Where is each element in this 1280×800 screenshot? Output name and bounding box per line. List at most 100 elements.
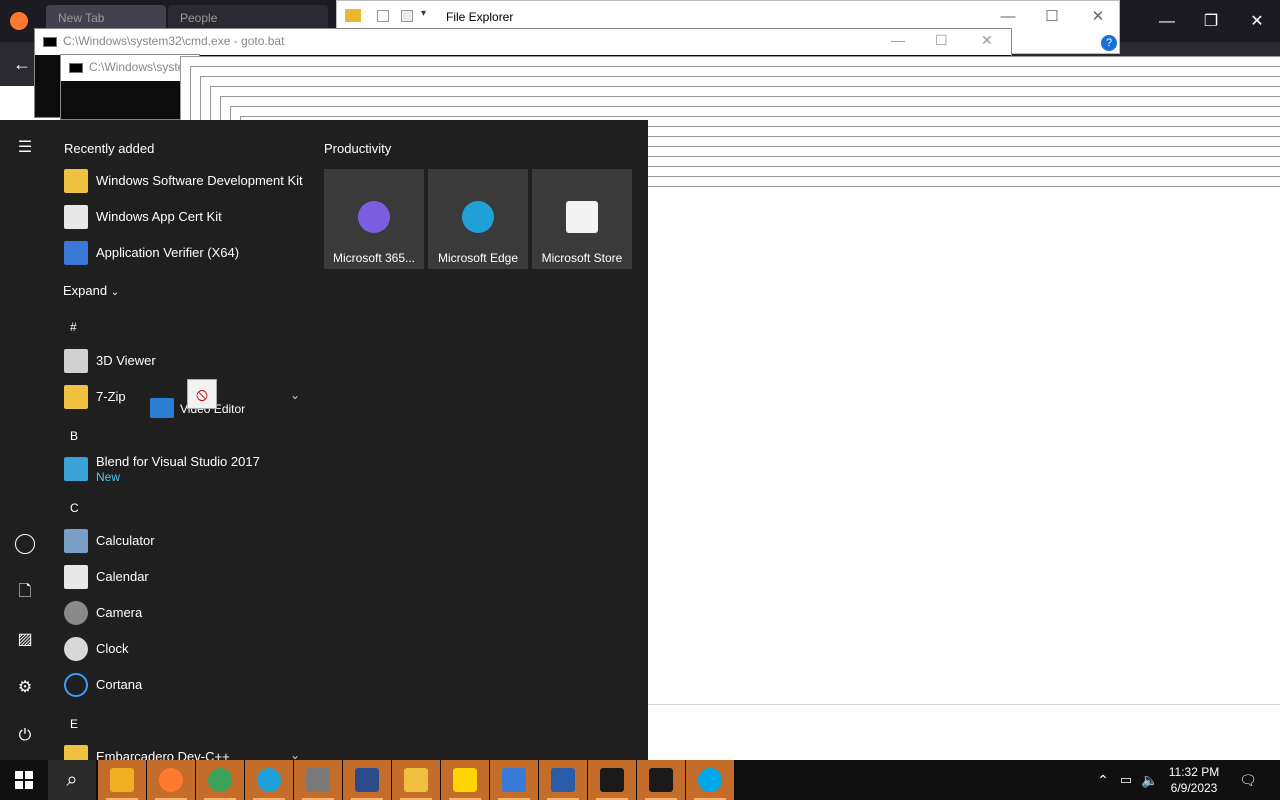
taskbar-powershell-button[interactable] <box>539 760 587 800</box>
restore-button[interactable]: ❐ <box>1188 8 1234 36</box>
app-list-item[interactable]: 3D Viewer <box>50 343 308 379</box>
windows-logo-icon <box>15 771 33 789</box>
edge-icon <box>257 768 281 792</box>
maximize-button[interactable]: ☐ <box>1029 5 1075 29</box>
app-list-item[interactable]: Embarcadero Dev-C++ ⌄ <box>50 739 308 760</box>
chevron-down-icon[interactable]: ⌄ <box>290 748 300 760</box>
taskbar-edge-button[interactable] <box>245 760 293 800</box>
minimize-button[interactable]: — <box>1144 8 1190 36</box>
expand-button[interactable]: Expand ⌄ <box>63 283 119 298</box>
date: 6/9/2023 <box>1170 781 1218 795</box>
store-icon <box>566 201 598 233</box>
tile[interactable]: Microsoft 365... <box>324 169 424 269</box>
minimize-button[interactable]: — <box>891 32 905 48</box>
app-list-item[interactable]: Windows App Cert Kit <box>50 199 308 235</box>
solitaire-icon <box>355 768 379 792</box>
app-label: Cortana <box>96 677 143 692</box>
certificate-icon <box>64 205 88 229</box>
taskbar-file-explorer-button[interactable] <box>98 760 146 800</box>
chevron-down-icon: ⌄ <box>110 287 120 298</box>
app-label: 3D Viewer <box>96 353 156 368</box>
volume-muted-icon[interactable]: 🔈 <box>1140 760 1160 800</box>
console-area[interactable] <box>61 81 199 119</box>
back-icon[interactable]: ← <box>10 52 34 76</box>
taskbar-sticky-notes-button[interactable] <box>441 760 489 800</box>
chevron-down-icon[interactable]: ⌄ <box>290 388 300 402</box>
taskbar-file-shortcut-button[interactable] <box>392 760 440 800</box>
folder-icon <box>64 385 88 409</box>
clock[interactable]: 11:32 PM 6/9/2023 <box>1164 764 1224 796</box>
tile-label: Microsoft 365... <box>332 251 416 265</box>
letter-header[interactable]: C <box>70 501 79 515</box>
app-list-item[interactable]: Camera <box>50 595 308 631</box>
tile[interactable]: Microsoft Store <box>532 169 632 269</box>
firefox-logo-icon <box>10 12 28 30</box>
folder-icon <box>64 169 88 193</box>
app-list-item[interactable]: Application Verifier (X64) <box>50 235 308 271</box>
app-label: Embarcadero Dev-C++ <box>96 749 230 760</box>
close-button[interactable]: ✕ <box>1075 5 1121 29</box>
start-menu: ☰ 🗋 ▨ ⚙ ⏻ Recently added Expand ⌄ Window… <box>0 120 648 760</box>
folder-icon <box>64 745 88 760</box>
video-editor-icon <box>150 398 174 418</box>
network-icon[interactable]: ▭ <box>1116 760 1136 800</box>
folder-icon <box>345 9 361 22</box>
cortana-icon <box>64 673 88 697</box>
skype-icon <box>698 768 722 792</box>
properties-icon[interactable] <box>377 10 389 22</box>
taskbar-skype-button[interactable] <box>686 760 734 800</box>
search-button[interactable]: ⌕ <box>48 760 96 800</box>
app-list-item[interactable]: Windows Software Development Kit <box>50 163 308 199</box>
sticky-notes-icon <box>453 768 477 792</box>
help-icon[interactable]: ? <box>1101 35 1117 51</box>
letter-header[interactable]: # <box>70 320 77 334</box>
quick-access-dropdown-icon[interactable]: ▾ <box>421 8 426 19</box>
cmd-2-icon <box>649 768 673 792</box>
app-label: Windows App Cert Kit <box>96 209 222 224</box>
taskbar-solitaire-button[interactable] <box>343 760 391 800</box>
taskbar-cmd-1-button[interactable] <box>588 760 636 800</box>
documents-icon[interactable]: 🗋 <box>10 577 40 607</box>
notifications-icon[interactable]: 🗨 <box>1236 760 1260 800</box>
minimize-button[interactable]: — <box>985 5 1031 29</box>
new-badge: New <box>96 470 121 484</box>
blend-icon <box>64 457 88 481</box>
letter-header[interactable]: E <box>70 717 78 731</box>
edge-icon <box>462 201 494 233</box>
pictures-icon[interactable]: ▨ <box>10 625 40 655</box>
taskbar-firefox-button[interactable] <box>147 760 195 800</box>
start-button[interactable] <box>0 760 48 800</box>
cmd-icon <box>43 37 57 47</box>
cube-icon <box>64 349 88 373</box>
app-list-item[interactable]: Clock <box>50 631 308 667</box>
settings-icon[interactable]: ⚙ <box>10 673 40 703</box>
taskbar-camera-button[interactable] <box>294 760 342 800</box>
power-icon[interactable]: ⏻ <box>10 721 40 751</box>
taskbar-people-button[interactable] <box>490 760 538 800</box>
app-list-item[interactable]: 7-Zip ⌄ <box>50 379 308 415</box>
new-folder-icon[interactable] <box>401 10 413 22</box>
letter-header[interactable]: B <box>70 429 78 443</box>
menu-icon[interactable]: ☰ <box>10 133 40 163</box>
app-label: Windows Software Development Kit <box>96 173 303 188</box>
cmd-1-icon <box>600 768 624 792</box>
tile[interactable]: Microsoft Edge <box>428 169 528 269</box>
calendar-icon <box>64 565 88 589</box>
app-list: Recently added Expand ⌄ Windows Software… <box>50 120 308 760</box>
expand-label: Expand <box>63 283 108 298</box>
taskbar-chrome-button[interactable] <box>196 760 244 800</box>
app-list-item[interactable]: Cortana <box>50 667 308 703</box>
close-button[interactable]: ✕ <box>1234 8 1280 36</box>
show-hidden-icons-icon[interactable]: ⌃ <box>1094 760 1112 800</box>
app-list-item[interactable]: Calculator <box>50 523 308 559</box>
maximize-button[interactable]: ☐ <box>935 32 948 49</box>
taskbar-cmd-2-button[interactable] <box>637 760 685 800</box>
user-icon[interactable] <box>10 529 40 559</box>
productivity-heading: Productivity <box>324 141 392 156</box>
app-label: Clock <box>96 641 129 656</box>
app-list-item[interactable]: Blend for Visual Studio 2017 New <box>50 451 308 487</box>
close-button[interactable]: ✕ <box>981 32 993 49</box>
app-list-item[interactable]: Calendar <box>50 559 308 595</box>
cmd-window[interactable]: C:\Windows\system32\cmd.exe <box>60 54 200 120</box>
calculator-icon <box>64 529 88 553</box>
